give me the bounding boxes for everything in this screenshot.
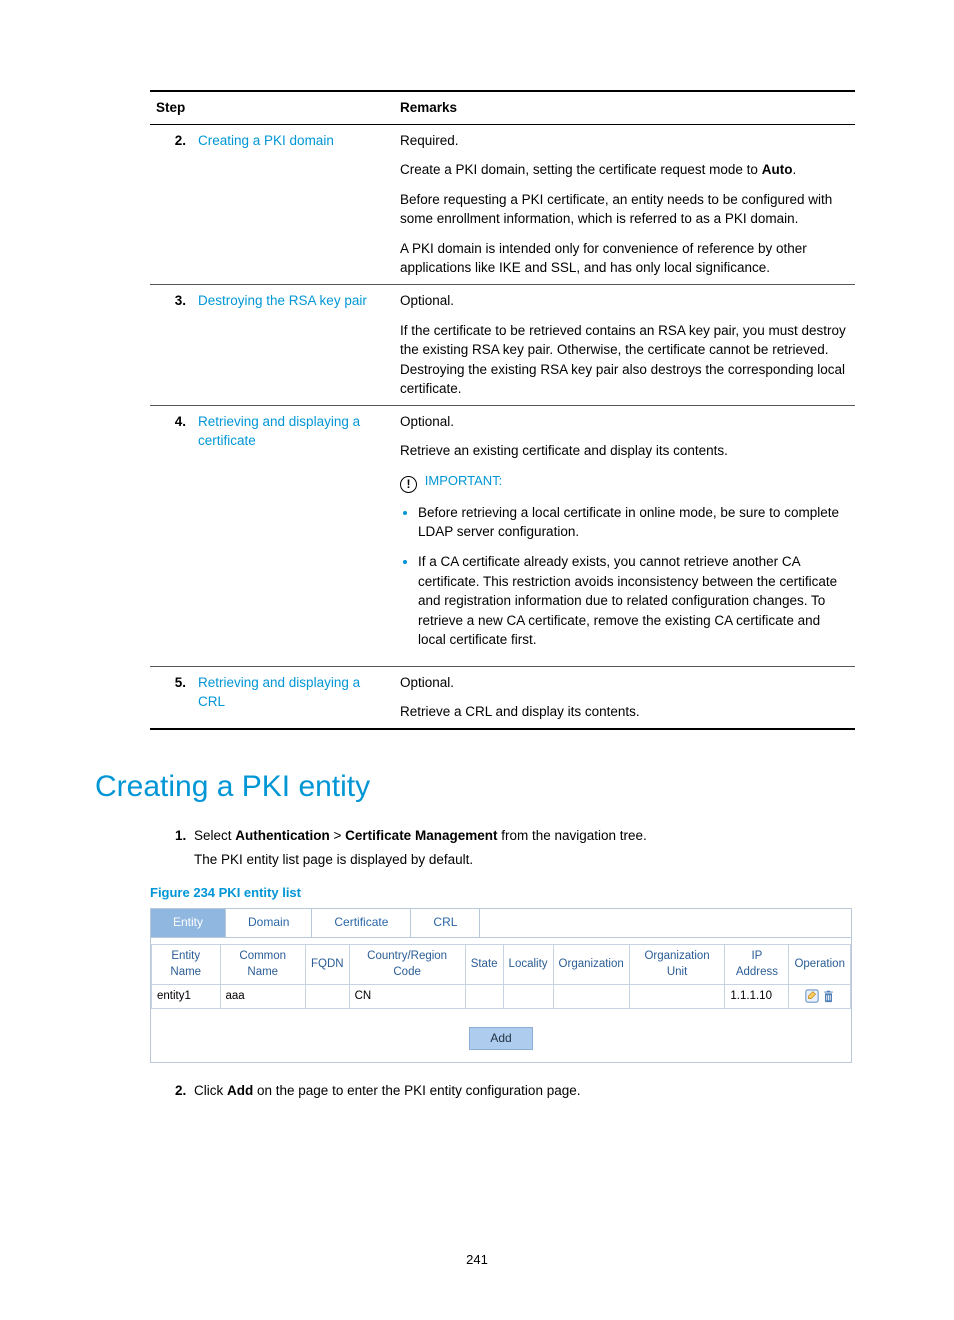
tab-bar: Entity Domain Certificate CRL: [151, 909, 851, 937]
col-state: State: [465, 944, 503, 984]
col-org: Organization: [553, 944, 629, 984]
figure-caption: Figure 234 PKI entity list: [150, 884, 859, 903]
edit-icon[interactable]: [805, 989, 819, 1003]
section-title: Creating a PKI entity: [95, 765, 859, 809]
link-retrieve-cert[interactable]: Retrieving and displaying a certificate: [198, 414, 360, 449]
header-step: Step: [150, 91, 394, 124]
col-common-name: Common Name: [220, 944, 305, 984]
link-retrieve-crl[interactable]: Retrieving and displaying a CRL: [198, 675, 360, 710]
col-operation: Operation: [789, 944, 851, 984]
link-destroying-rsa[interactable]: Destroying the RSA key pair: [198, 293, 367, 308]
important-icon: !: [400, 476, 417, 493]
col-locality: Locality: [503, 944, 553, 984]
procedure-step: Select Authentication > Certificate Mana…: [190, 826, 859, 869]
col-entity-name: Entity Name: [152, 944, 221, 984]
steps-table: Step Remarks 2. Creating a PKI domain Re…: [150, 90, 855, 730]
add-button[interactable]: Add: [469, 1027, 532, 1050]
grid-row: entity1 aaa CN 1.1.1.10: [152, 985, 851, 1009]
link-creating-pki-domain[interactable]: Creating a PKI domain: [198, 133, 334, 148]
procedure-list: Select Authentication > Certificate Mana…: [150, 826, 859, 869]
header-remarks: Remarks: [394, 91, 855, 124]
table-row: 4. Retrieving and displaying a certifica…: [150, 405, 855, 666]
figure-screenshot: Entity Domain Certificate CRL Entity Nam…: [150, 908, 852, 1063]
tab-crl[interactable]: CRL: [411, 909, 480, 936]
col-ip: IP Address: [725, 944, 789, 984]
table-row: 3. Destroying the RSA key pair Optional.…: [150, 284, 855, 405]
delete-icon[interactable]: [822, 989, 835, 1003]
tab-certificate[interactable]: Certificate: [312, 909, 411, 936]
page-number: 241: [95, 1251, 859, 1270]
tab-domain[interactable]: Domain: [226, 909, 312, 936]
table-row: 2. Creating a PKI domain Required. Creat…: [150, 124, 855, 284]
col-org-unit: Organization Unit: [629, 944, 725, 984]
col-fqdn: FQDN: [305, 944, 349, 984]
important-label: IMPORTANT:: [425, 473, 503, 488]
procedure-step: Click Add on the page to enter the PKI e…: [190, 1081, 859, 1101]
procedure-list-cont: Click Add on the page to enter the PKI e…: [150, 1081, 859, 1101]
table-row: 5. Retrieving and displaying a CRL Optio…: [150, 666, 855, 729]
entity-grid: Entity Name Common Name FQDN Country/Reg…: [151, 944, 851, 1009]
tab-entity[interactable]: Entity: [151, 909, 226, 936]
col-country: Country/Region Code: [349, 944, 465, 984]
